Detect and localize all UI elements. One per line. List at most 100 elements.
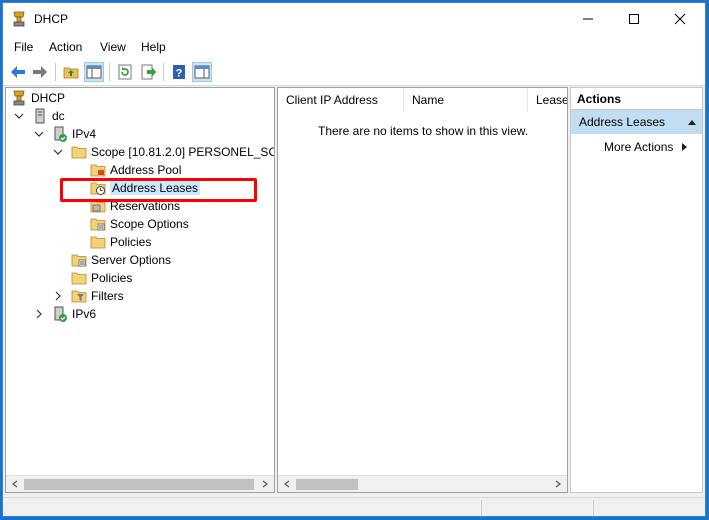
policies-folder-icon: [90, 236, 106, 249]
menu-file[interactable]: File: [14, 40, 33, 54]
refresh-button[interactable]: [115, 62, 135, 82]
status-bar: [3, 497, 705, 516]
address-pool-folder-icon: [90, 164, 106, 177]
scroll-right-button[interactable]: [258, 477, 272, 491]
menu-bar: File Action View Help: [3, 35, 705, 59]
policies-folder-icon: [71, 272, 87, 285]
up-folder-icon: [63, 67, 79, 79]
tree-expander-ipv4[interactable]: [34, 125, 44, 143]
tree-label-policies: Policies: [91, 271, 133, 285]
ipv4-server-icon: [54, 126, 67, 142]
tree-expander-filters[interactable]: [53, 287, 63, 305]
server-options-folder-icon: [71, 254, 87, 267]
back-icon: [11, 66, 25, 78]
chevron-left-icon: [12, 480, 18, 488]
refresh-icon: [118, 64, 132, 80]
scroll-right-button[interactable]: [551, 477, 565, 491]
chevron-left-icon: [284, 480, 290, 488]
tree-label-server-options: Server Options: [91, 253, 172, 267]
more-actions-label: More Actions: [604, 140, 674, 154]
scroll-left-button[interactable]: [8, 477, 22, 491]
forward-icon: [33, 66, 47, 78]
svg-text:?: ?: [176, 68, 183, 80]
chevron-down-icon: [14, 113, 24, 119]
minimize-icon: [583, 18, 593, 20]
close-icon: [674, 13, 686, 25]
tree-item-scope[interactable]: Scope [10.81.2.0] PERSONEL_SCOPE: [71, 143, 274, 161]
tree-item-ipv4[interactable]: IPv4: [52, 125, 96, 143]
tree-expander-scope[interactable]: [53, 143, 63, 161]
show-hide-tree-icon: [86, 65, 102, 79]
collapse-up-icon: [688, 120, 696, 125]
action-pane-button[interactable]: [192, 62, 212, 82]
up-folder-button[interactable]: [61, 62, 81, 82]
server-icon: [35, 108, 45, 124]
column-header-name[interactable]: Name: [404, 88, 528, 112]
empty-list-message: There are no items to show in this view.: [318, 124, 529, 138]
menu-action[interactable]: Action: [49, 40, 82, 54]
help-button[interactable]: ?: [169, 62, 189, 82]
dhcp-app-icon: [13, 11, 25, 27]
maximize-icon: [629, 14, 639, 24]
back-button[interactable]: [8, 62, 28, 82]
tree-label-scope-options: Scope Options: [110, 217, 189, 231]
tree-pane: DHCP dc IPv4 Scope [10.81.2.0] PERSONEL_…: [5, 87, 275, 493]
highlight-box: [60, 178, 257, 202]
column-header-client-ip[interactable]: Client IP Address: [278, 88, 404, 112]
tree-label-scope-policies: Policies: [110, 235, 152, 249]
dhcp-window: DHCP File Action View Help ? DHCP dc IPv…: [2, 2, 706, 517]
ipv6-server-icon: [54, 306, 67, 322]
tree-label-ipv4: IPv4: [72, 127, 97, 141]
title-bar: DHCP: [3, 3, 705, 35]
actions-section-address-leases[interactable]: Address Leases: [571, 110, 702, 134]
actions-header: Actions: [571, 88, 702, 110]
help-icon: ?: [173, 65, 185, 80]
chevron-right-icon: [555, 480, 561, 488]
folder-icon: [71, 146, 87, 159]
tree-label-address-pool: Address Pool: [110, 163, 182, 177]
tree-item-scope-options[interactable]: Scope Options: [90, 215, 189, 233]
more-actions-item[interactable]: More Actions: [604, 140, 689, 154]
chevron-down-icon: [53, 149, 63, 155]
show-hide-tree-button[interactable]: [84, 62, 104, 82]
dhcp-icon: [13, 90, 25, 106]
menu-view[interactable]: View: [100, 40, 126, 54]
column-header-lease[interactable]: Lease: [528, 88, 567, 112]
tree-horizontal-scrollbar[interactable]: [6, 475, 274, 492]
chevron-right-icon: [36, 309, 42, 319]
maximize-button[interactable]: [611, 3, 657, 35]
tree-item-ipv6[interactable]: IPv6: [52, 305, 96, 323]
scroll-left-button[interactable]: [280, 477, 294, 491]
tree-expander-ipv6[interactable]: [34, 305, 44, 323]
tree-item-address-pool[interactable]: Address Pool: [90, 161, 181, 179]
submenu-arrow-icon: [682, 143, 688, 151]
tree-item-dhcp[interactable]: DHCP: [11, 89, 65, 107]
tree-item-scope-policies[interactable]: Policies: [90, 233, 151, 251]
window-title: DHCP: [34, 12, 69, 26]
tree-item-dc[interactable]: dc: [32, 107, 65, 125]
tree-item-server-options[interactable]: Server Options: [71, 251, 171, 269]
tree-label-filters: Filters: [91, 289, 124, 303]
forward-button[interactable]: [30, 62, 50, 82]
tree-label-dhcp: DHCP: [31, 91, 66, 105]
actions-section-label: Address Leases: [579, 115, 666, 129]
scope-options-folder-icon: [90, 218, 106, 231]
export-list-icon: [141, 64, 156, 80]
list-pane: Client IP Address Name Lease There are n…: [277, 87, 568, 493]
tree-item-filters[interactable]: Filters: [71, 287, 124, 305]
tree-scroll-thumb[interactable]: [24, 479, 254, 490]
chevron-down-icon: [34, 131, 44, 137]
menu-help[interactable]: Help: [141, 40, 166, 54]
minimize-button[interactable]: [565, 3, 611, 35]
list-horizontal-scrollbar[interactable]: [278, 475, 567, 492]
chevron-right-icon: [55, 291, 61, 301]
tree-item-policies[interactable]: Policies: [71, 269, 132, 287]
tree-label-dc: dc: [52, 109, 65, 123]
tree-label-ipv6: IPv6: [72, 307, 97, 321]
properties-pane-icon: [194, 65, 210, 79]
tree-label-scope: Scope [10.81.2.0] PERSONEL_SCOPE: [91, 145, 274, 159]
close-button[interactable]: [657, 3, 703, 35]
tree-expander-dc[interactable]: [14, 107, 24, 125]
export-list-button[interactable]: [138, 62, 158, 82]
list-scroll-thumb[interactable]: [296, 479, 358, 490]
